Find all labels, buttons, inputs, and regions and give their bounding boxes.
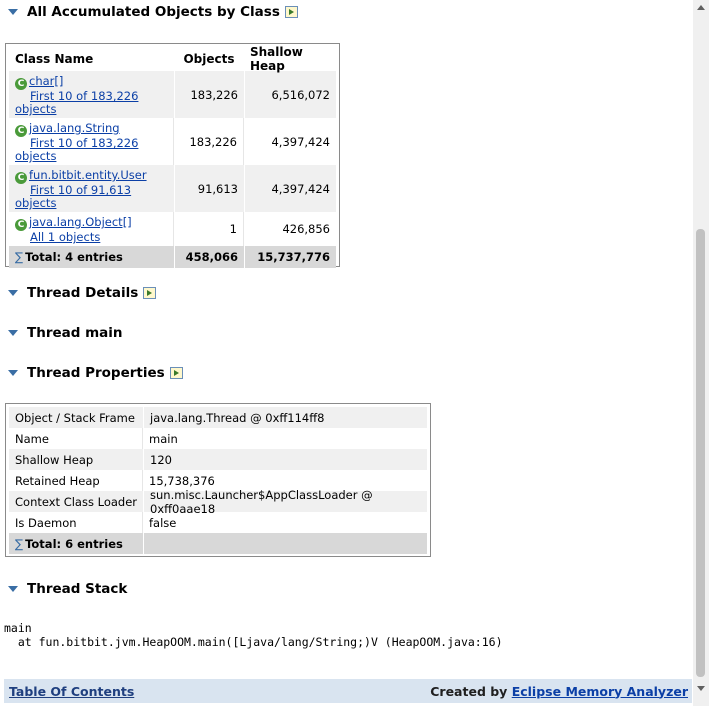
report-content: All Accumulated Objects by Class Class N… [0,0,693,706]
prop-key: Shallow Heap [15,452,94,467]
total-heap: 15,737,776 [244,246,336,268]
scrollbar-thumb[interactable] [696,229,705,677]
table-row: Is Daemon false [9,512,427,533]
table-row: Name main [9,428,427,449]
table-row: Cjava.lang.String First 10 of 183,226 ob… [9,118,336,165]
class-name-cell: Cjava.lang.Object[] All 1 objects [9,212,174,246]
total-empty [143,533,427,554]
objects-link[interactable]: First 10 of 183,226 [30,89,138,103]
collapse-triangle-icon[interactable] [8,290,18,296]
heap-value: 4,397,424 [271,134,330,149]
objects-value: 1 [174,212,244,246]
total-objects: 458,066 [174,246,244,268]
objects-link-cont[interactable]: objects [15,196,56,210]
vertical-scrollbar[interactable] [693,0,709,706]
sum-icon: ∑ [15,536,24,551]
class-table: Class Name Objects Shallow Heap Cchar[] … [5,43,340,268]
sum-icon: ∑ [15,250,24,264]
section-title: Thread Properties [27,365,165,381]
collapse-triangle-icon[interactable] [8,370,18,376]
section-title: All Accumulated Objects by Class [27,4,280,20]
section-title: Thread main [27,325,123,341]
section-title: Thread Stack [27,581,128,597]
section-title: Thread Details [27,285,139,301]
objects-link-cont[interactable]: objects [15,102,56,116]
prop-key: Retained Heap [9,470,143,491]
objects-value: 183,226 [174,118,244,165]
objects-value: 91,613 [174,165,244,212]
prop-value: main [149,431,178,446]
heap-value: 426,856 [282,222,330,236]
col-shallow-heap[interactable]: Shallow Heap [244,45,336,73]
collapse-triangle-icon[interactable] [8,330,18,336]
scroll-up-arrow-icon[interactable] [697,5,705,10]
prop-value: false [149,515,177,530]
created-by: Created by Eclipse Memory Analyzer [430,684,688,699]
collapse-triangle-icon[interactable] [8,586,18,592]
stack-line: at fun.bitbit.jvm.HeapOOM.main([Ljava/la… [4,635,503,649]
total-text: Total: 4 entries [25,250,123,264]
section-thread-properties[interactable]: Thread Properties [6,363,183,383]
table-row: Shallow Heap 120 [9,449,427,470]
total-row: ∑ Total: 4 entries 458,066 15,737,776 [9,246,336,268]
prop-value: 120 [143,449,427,470]
heap-value: 4,397,424 [244,165,336,212]
objects-link[interactable]: First 10 of 91,613 [30,183,131,197]
prop-value: java.lang.Thread @ 0xff114ff8 [143,407,427,428]
table-of-contents-link[interactable]: Table Of Contents [9,684,134,699]
properties-table: Object / Stack Frame java.lang.Thread @ … [5,403,431,557]
class-name-cell: Cfun.bitbit.entity.User First 10 of 91,6… [9,165,174,212]
prop-key: Context Class Loader [15,494,138,509]
details-icon[interactable] [169,367,183,379]
stack-line: main [4,621,32,635]
col-objects[interactable]: Objects [174,47,244,71]
objects-link[interactable]: First 10 of 183,226 [30,136,138,150]
section-thread-stack[interactable]: Thread Stack [6,579,127,599]
prop-key: Name [9,428,143,449]
class-link[interactable]: fun.bitbit.entity.User [29,168,147,182]
section-thread-main[interactable]: Thread main [6,323,123,343]
table-row: Object / Stack Frame java.lang.Thread @ … [9,407,427,428]
table-header: Class Name Objects Shallow Heap [9,45,336,73]
section-accumulated[interactable]: All Accumulated Objects by Class [6,2,298,22]
created-by-label: Created by [430,683,508,699]
section-thread-details[interactable]: Thread Details [6,283,157,303]
class-link[interactable]: java.lang.String [29,121,120,135]
details-icon[interactable] [143,287,157,299]
table-row: Cfun.bitbit.entity.User First 10 of 91,6… [9,165,336,212]
objects-link[interactable]: All 1 objects [30,230,100,244]
total-row: ∑ Total: 6 entries [9,533,427,554]
scroll-down-arrow-icon[interactable] [697,686,705,691]
prop-key: Is Daemon [9,512,143,533]
class-link[interactable]: java.lang.Object[] [29,215,132,229]
table-row: Cjava.lang.Object[] All 1 objects 1 426,… [9,212,336,246]
objects-link-cont[interactable]: objects [15,149,56,163]
total-label: ∑ Total: 6 entries [9,533,143,554]
table-row: Cchar[] First 10 of 183,226 objects 183,… [9,71,336,118]
class-name-cell: Cchar[] First 10 of 183,226 objects [9,71,174,118]
details-icon[interactable] [284,6,298,18]
prop-key: Object / Stack Frame [15,410,135,425]
total-text: Total: 6 entries [25,536,123,551]
class-name-cell: Cjava.lang.String First 10 of 183,226 ob… [9,118,174,165]
heap-value: 6,516,072 [244,71,336,118]
report-footer: Table Of Contents Created by Eclipse Mem… [4,679,692,703]
class-link[interactable]: char[] [29,74,63,88]
stack-trace: main at fun.bitbit.jvm.HeapOOM.main([Lja… [4,621,503,649]
eclipse-mat-link[interactable]: Eclipse Memory Analyzer [512,684,688,699]
table-row: Context Class Loader sun.misc.Launcher$A… [9,488,427,516]
objects-value: 183,226 [174,71,244,118]
total-label: ∑ Total: 4 entries [9,246,174,268]
collapse-triangle-icon[interactable] [8,9,18,15]
prop-value: sun.misc.Launcher$AppClassLoader @ 0xff0… [143,488,427,516]
col-class-name[interactable]: Class Name [9,47,174,71]
